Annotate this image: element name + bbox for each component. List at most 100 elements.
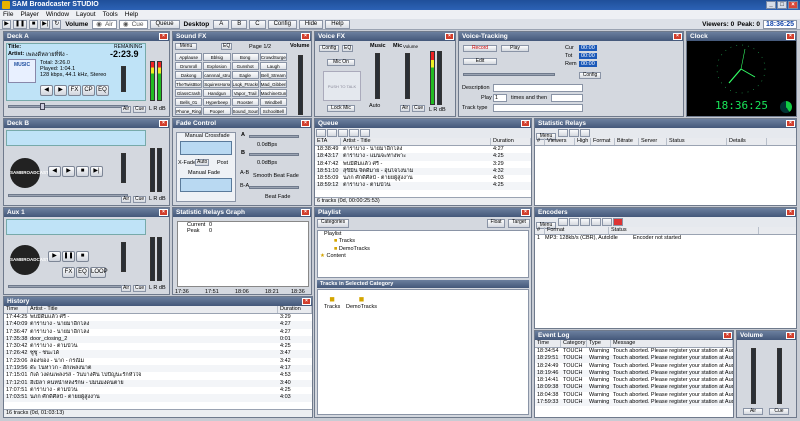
sound-fx-cell[interactable]: Gunshot [231,62,259,70]
close-icon[interactable]: × [723,332,732,339]
remove-icon[interactable] [568,218,579,226]
sound-fx-cell[interactable]: Windbell [259,98,287,106]
sound-fx-volume-slider[interactable] [298,55,303,115]
table-row[interactable]: 17:30:42 ตาราบาง - ตามบ้วน 4:25 [4,343,312,351]
table-row[interactable]: 18:55:09 นภก ศักดิ์ศิลป์ - ตายยผู้สูงงาน 4… [315,175,531,183]
desktop-a-button[interactable]: A [213,19,230,29]
sound-fx-cell[interactable]: Drumroll [175,62,203,70]
close-button[interactable]: × [788,1,798,9]
queue-button[interactable]: Queue [149,19,180,29]
table-row[interactable]: 17:40:09 ตาราบาง - นายมาอีกโลง 4:27 [4,321,312,329]
cue-button[interactable]: Cue [133,285,147,292]
table-row[interactable]: 18:38:49 ตาราบาง - นายมาอีกโลง 4:27 [315,146,531,154]
loop-button[interactable]: ↻ [52,19,62,29]
col-message[interactable]: Message [611,340,733,347]
auto-button[interactable]: Auto [195,159,210,166]
prev-icon[interactable]: ◀ [48,166,61,177]
col-details[interactable]: Details [727,138,767,145]
lock-mic-button[interactable]: Lock Mic [327,105,355,112]
close-icon[interactable]: × [673,33,682,40]
tree-content[interactable]: ★ Content [318,253,528,260]
auto-radio[interactable]: Auto [369,103,380,109]
table-row[interactable]: 18:09:38 TOUCH Warning Touch aborted. Pleas… [535,384,733,392]
close-icon[interactable]: × [159,33,168,40]
sound-fx-cell[interactable]: Pooper [203,107,231,115]
sound-fx-cell[interactable]: MachineGunShot [259,89,287,97]
table-row[interactable]: 17:59:33 TOUCH Warning Touch aborted. Pleas… [535,399,733,407]
down-icon[interactable] [349,129,359,137]
hide-button[interactable]: Hide [298,19,324,29]
col-number[interactable]: # [535,138,545,145]
col-number[interactable]: # [535,227,545,234]
air-button[interactable]: Air [400,105,411,112]
menu-tools[interactable]: Tools [103,10,118,19]
table-row[interactable]: 17:44:25 พบมีดีมแล้ว ศรี - 3:29 [4,314,312,322]
target-button[interactable]: Target [508,219,530,228]
record-button[interactable]: Record [463,45,497,52]
sound-fx-cell[interactable]: Rooster [231,98,259,106]
add-icon[interactable] [316,129,326,137]
eq-button[interactable]: EQ [221,43,233,50]
remove-icon[interactable] [568,129,579,137]
sound-fx-cell[interactable]: Bells_01 [175,98,203,106]
sound-fx-cell[interactable]: CrowdSurge [259,53,287,61]
air-select[interactable]: ◉ Air [92,19,117,29]
menu-help[interactable]: Help [125,10,138,19]
menu-window[interactable]: Window [46,10,69,19]
col-high[interactable]: High [575,138,591,145]
close-icon[interactable]: × [521,209,530,216]
sound-fx-cell[interactable]: Hyperbeep [203,98,231,106]
encoder-row[interactable]: 1 MP3: 128kb/s (CBR), Auto... Idle Encod… [535,235,796,242]
table-row[interactable]: 18:24:49 TOUCH Warning Touch aborted. Pleas… [535,362,733,370]
play-icon[interactable]: ▶ [48,251,61,262]
stop-button[interactable]: ■ [29,19,39,29]
close-icon[interactable]: × [301,120,310,127]
eq-button[interactable]: EQ [76,267,89,278]
fade-b-slider[interactable] [249,153,299,156]
add-icon[interactable] [557,218,568,226]
prev-icon[interactable]: ◀ [40,85,53,96]
mic-on-button[interactable]: Mic On [327,59,355,66]
col-status[interactable]: Status [609,227,759,234]
col-format[interactable]: Format [545,227,609,234]
col-duration[interactable]: Duration [278,306,312,313]
loop-button[interactable]: LOOP [90,267,108,278]
table-row[interactable]: 18:04:38 TOUCH Warning Touch aborted. Pleas… [535,391,733,400]
sound-fx-cell[interactable]: Dakong [175,71,203,79]
col-artist-title[interactable]: Artist - Title [341,138,491,145]
sound-fx-cell[interactable]: Vapor_Trail [231,89,259,97]
table-row[interactable]: 18:14:41 TOUCH Warning Touch aborted. Pleas… [535,377,733,385]
deck-a-seek-slider[interactable] [8,105,128,108]
stop-icon[interactable]: ■ [76,251,89,262]
air-button[interactable]: Air [121,106,132,113]
float-button[interactable]: Float [487,219,505,228]
close-icon[interactable]: × [159,120,168,127]
col-status[interactable]: Status [667,138,727,145]
deck-b-seek-slider[interactable] [8,194,128,197]
seek-knob[interactable] [40,103,45,110]
col-format[interactable]: Format [591,138,615,145]
add-icon[interactable] [557,129,568,137]
close-icon[interactable]: × [159,209,168,216]
col-eta[interactable]: ETA [315,138,341,145]
menu-player[interactable]: Player [20,10,38,19]
music-volume-slider[interactable] [375,53,380,99]
tree-demotracks[interactable]: ■ DemoTracks [318,246,528,253]
sound-fx-cell[interactable]: Lsqk_Ftracks [231,80,259,88]
table-row[interactable]: 17:07:51 ตาราบาง - ตามบ้วน 4:25 [4,386,312,395]
sound-fx-cell[interactable]: Bong [231,53,259,61]
close-icon[interactable]: × [521,120,530,127]
close-icon[interactable]: × [301,209,310,216]
col-viewers[interactable]: Viewers [545,138,575,145]
menu-button[interactable]: Menu [175,43,197,50]
pause-button[interactable]: ❚❚ [13,19,28,29]
then-select[interactable] [551,94,583,102]
close-icon[interactable]: × [786,120,795,127]
config-button[interactable]: Config [579,72,601,79]
sound-fx-cell[interactable]: Applause [175,53,203,61]
sound-fx-cell[interactable]: Sound_Sound [231,107,259,115]
table-row[interactable]: 17:12:01 ฮิเมิลา คนหนำหลงรักษ - บ่มนมงดนต… [4,379,312,387]
settings-icon[interactable] [579,129,590,137]
close-icon[interactable]: × [302,298,311,305]
sound-fx-cell[interactable]: cannnal_strum [203,71,231,79]
